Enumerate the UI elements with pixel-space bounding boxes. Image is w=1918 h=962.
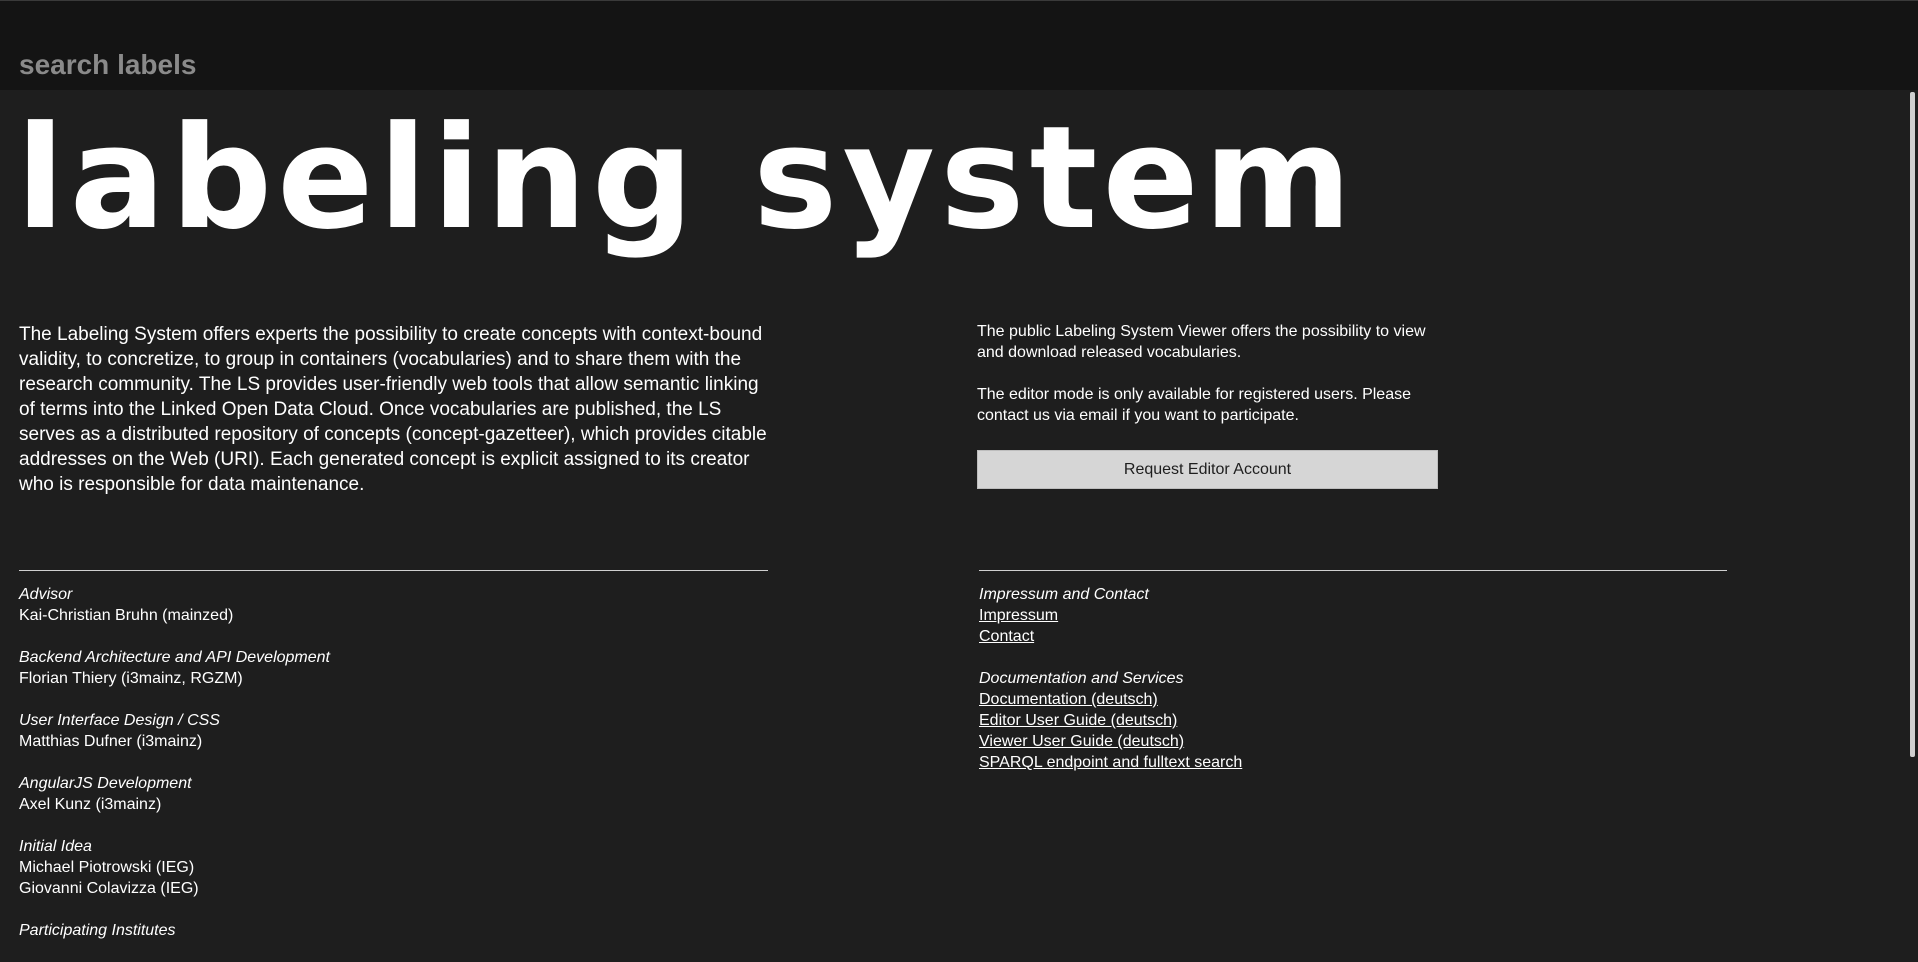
credits-section: Advisor Kai-Christian Bruhn (mainzed) Ba… [19, 584, 759, 962]
credit-title: AngularJS Development [19, 775, 192, 792]
impressum-title: Impressum and Contact [979, 586, 1149, 603]
impressum-group: Impressum and Contact Impressum Contact [979, 584, 1719, 647]
viewer-info: The public Labeling System Viewer offers… [977, 321, 1447, 426]
credit-name: Kai-Christian Bruhn (mainzed) [19, 607, 234, 624]
contact-link[interactable]: Contact [979, 626, 1034, 647]
credit-title: Initial Idea [19, 838, 92, 855]
top-bar [0, 0, 1918, 90]
request-editor-account-button[interactable]: Request Editor Account [977, 450, 1438, 489]
credit-name: Axel Kunz (i3mainz) [19, 796, 162, 813]
editor-guide-link[interactable]: Editor User Guide (deutsch) [979, 710, 1177, 731]
divider-right [979, 570, 1727, 571]
credit-group-advisor: Advisor Kai-Christian Bruhn (mainzed) [19, 584, 759, 626]
viewer-guide-link[interactable]: Viewer User Guide (deutsch) [979, 731, 1184, 752]
credit-title: Participating Institutes [19, 922, 176, 939]
intro-text: The Labeling System offers experts the p… [19, 324, 767, 495]
scrollbar-thumb[interactable] [1910, 92, 1915, 757]
links-section: Impressum and Contact Impressum Contact … [979, 584, 1719, 794]
sparql-link[interactable]: SPARQL endpoint and fulltext search [979, 752, 1242, 773]
site-logo: labeling system [16, 96, 1357, 261]
credit-group-initial-idea: Initial Idea Michael Piotrowski (IEG) Gi… [19, 836, 759, 899]
documentation-title: Documentation and Services [979, 670, 1184, 687]
divider-left [19, 570, 768, 571]
search-input[interactable] [19, 47, 619, 83]
viewer-info-paragraph: The public Labeling System Viewer offers… [977, 323, 1426, 361]
credit-group-ui-design: User Interface Design / CSS Matthias Duf… [19, 710, 759, 752]
credit-group-angularjs: AngularJS Development Axel Kunz (i3mainz… [19, 773, 759, 815]
credit-name: Florian Thiery (i3mainz, RGZM) [19, 670, 243, 687]
credit-title: Advisor [19, 586, 73, 603]
scrollbar[interactable] [1908, 90, 1918, 951]
credit-name: Matthias Dufner (i3mainz) [19, 733, 203, 750]
credit-title: Backend Architecture and API Development [19, 649, 330, 666]
credit-group-backend: Backend Architecture and API Development… [19, 647, 759, 689]
editor-info-paragraph: The editor mode is only available for re… [977, 386, 1411, 424]
credit-title: User Interface Design / CSS [19, 712, 220, 729]
documentation-link[interactable]: Documentation (deutsch) [979, 689, 1158, 710]
credit-name: Michael Piotrowski (IEG) [19, 859, 195, 876]
documentation-group: Documentation and Services Documentation… [979, 668, 1719, 773]
credit-group-institutes: Participating Institutes [19, 920, 759, 941]
credit-name: Giovanni Colavizza (IEG) [19, 880, 199, 897]
impressum-link[interactable]: Impressum [979, 605, 1058, 626]
